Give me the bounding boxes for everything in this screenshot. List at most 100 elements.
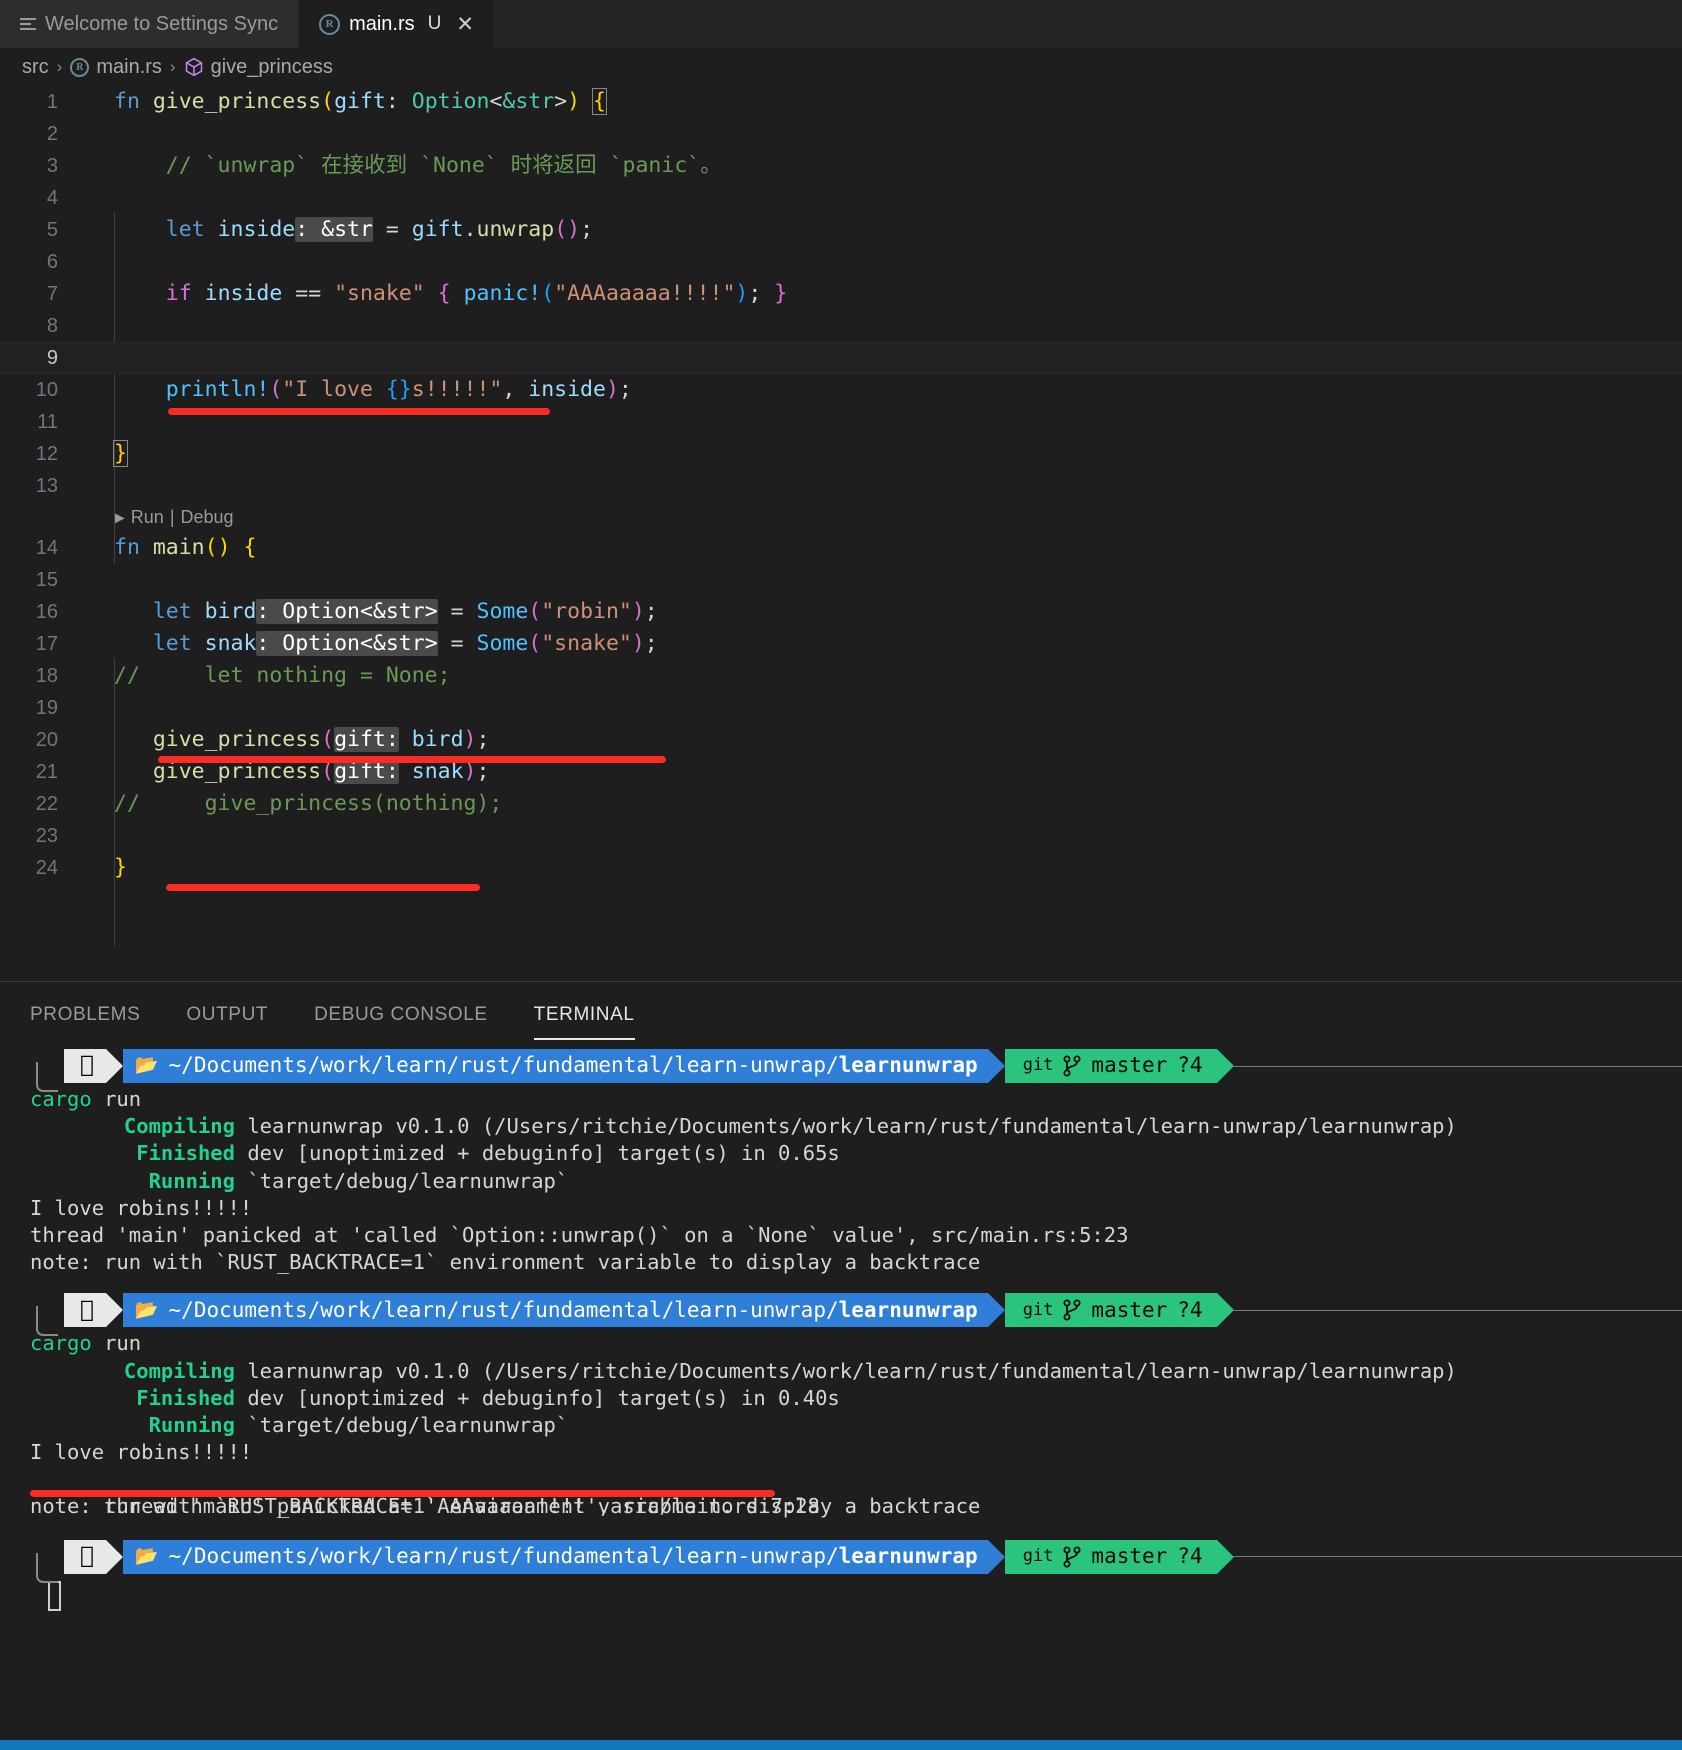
code-line: 8	[0, 310, 1682, 342]
terminal-output[interactable]:  📂 ~/Documents/work/learn/rust/fundamen…	[0, 1040, 1682, 1750]
terminal-prompt-3:  📂 ~/Documents/work/learn/rust/fundamen…	[0, 1537, 1682, 1583]
code-line: 18 // let nothing = None;	[0, 660, 1682, 692]
prompt-path-text: ~/Documents/work/learn/rust/fundamental/…	[154, 1053, 978, 1078]
bottom-panel: PROBLEMS OUTPUT DEBUG CONSOLE TERMINAL …	[0, 981, 1682, 1750]
hamburger-icon	[20, 18, 36, 30]
code-line: 6	[0, 246, 1682, 278]
powerline-arrow-1	[105, 1049, 123, 1083]
folder-icon: 📂	[121, 1054, 159, 1077]
code-line: 20 give_princess(gift: bird);	[0, 724, 1682, 756]
line-number: 13	[35, 475, 58, 497]
terminal-command: cargo run	[30, 1087, 142, 1111]
code-line: 23	[0, 820, 1682, 852]
line-number: 8	[46, 315, 58, 337]
line-content: let bird: Option<&str> = Some("robin");	[152, 599, 658, 624]
prompt-path-text-3: ~/Documents/work/learn/rust/fundamental/…	[154, 1544, 978, 1569]
tab-debug-console[interactable]: DEBUG CONSOLE	[314, 1004, 488, 1040]
apple-logo-icon-2: 	[64, 1293, 106, 1328]
terminal-line: Compiling learnunwrap v0.1.0 (/Users/rit…	[123, 1114, 1457, 1139]
terminal-command-2: cargo run	[30, 1331, 142, 1356]
codelens-debug-link[interactable]: Debug	[181, 501, 234, 533]
prompt-git-segment-2: git master ?4	[1004, 1293, 1217, 1328]
line-content: give_princess(gift: bird);	[152, 727, 490, 752]
git-status: ?4	[1163, 1053, 1202, 1078]
rust-icon: R	[319, 13, 341, 35]
code-line: 3 // `unwrap` 在接收到 `None` 时将返回 `panic`。	[0, 150, 1682, 182]
code-line-current: 9	[0, 342, 1682, 374]
code-line: 13	[0, 470, 1682, 502]
annotation-underline-line17	[158, 756, 666, 763]
line-content: // `unwrap` 在接收到 `None` 时将返回 `panic`。	[114, 153, 722, 178]
line-number: 6	[46, 251, 58, 273]
terminal-prompt:  📂 ~/Documents/work/learn/rust/fundamen…	[0, 1046, 1682, 1092]
line-content: fn give_princess(gift: Option<&str>) {	[114, 88, 607, 115]
annotation-underline-panic	[30, 1490, 775, 1498]
block-bracket-icon	[36, 1062, 58, 1092]
apple-logo-icon: 	[64, 1049, 106, 1083]
code-line: 14 fn main() {	[0, 532, 1682, 564]
tab-terminal[interactable]: TERMINAL	[533, 1004, 635, 1040]
line-content: // let nothing = None;	[114, 663, 451, 688]
prompt-path-text-2: ~/Documents/work/learn/rust/fundamental/…	[154, 1297, 978, 1322]
status-bar	[0, 1740, 1682, 1750]
terminal-prompt-2:  📂 ~/Documents/work/learn/rust/fundamen…	[0, 1290, 1682, 1337]
git-branch-icon	[1063, 1055, 1081, 1077]
powerline-arrow-4	[105, 1293, 123, 1328]
git-status-2: ?4	[1163, 1297, 1202, 1322]
line-number: 21	[35, 761, 58, 783]
annotation-underline-line7	[168, 408, 550, 415]
breadcrumb-item-src[interactable]: src	[22, 56, 49, 79]
prompt-tail-line	[1233, 1065, 1682, 1067]
line-number: 17	[35, 633, 58, 655]
terminal-cursor[interactable]	[48, 1580, 61, 1611]
tab-welcome-to-settings-sync[interactable]: Welcome to Settings Sync	[0, 0, 300, 48]
line-content: let snak: Option<&str> = Some("snake");	[152, 631, 658, 656]
powerline-arrow-2	[987, 1049, 1005, 1083]
terminal-line: note: run with `RUST_BACKTRACE=1` enviro…	[30, 1250, 981, 1275]
line-number: 24	[35, 857, 58, 879]
codelens-run-link[interactable]: Run	[131, 501, 164, 533]
powerline-arrow-8	[987, 1539, 1005, 1574]
line-number: 14	[35, 537, 58, 559]
chevron-right-icon-2: ›	[169, 57, 176, 76]
line-number: 1	[46, 91, 58, 113]
terminal-line: Finished dev [unoptimized + debuginfo] t…	[136, 1385, 840, 1410]
git-label-3: git	[1008, 1546, 1054, 1567]
breadcrumb-item-main-rs[interactable]: R main.rs	[70, 56, 162, 79]
prompt-path: 📂 ~/Documents/work/learn/rust/fundamenta…	[121, 1049, 988, 1083]
folder-icon-2: 📂	[121, 1298, 159, 1321]
play-icon: ▶	[114, 509, 125, 525]
breadcrumb-item-give-princess[interactable]: give_princess	[184, 56, 333, 79]
git-label-2: git	[1008, 1299, 1054, 1320]
code-line: 5 let inside: &str = gift.unwrap();	[0, 214, 1682, 246]
tab-main-rs[interactable]: R main.rs U ✕	[299, 0, 495, 48]
tab-output[interactable]: OUTPUT	[186, 1004, 268, 1040]
code-line: 16 let bird: Option<&str> = Some("robin"…	[0, 596, 1682, 628]
apple-logo-icon-3: 	[64, 1539, 106, 1574]
line-number: 18	[35, 665, 58, 687]
terminal-line: I love robins!!!!!	[30, 1195, 253, 1220]
line-content: fn main() {	[114, 535, 257, 560]
terminal-line: Running `target/debug/learnunwrap`	[148, 1168, 569, 1193]
code-line: 17 let snak: Option<&str> = Some("snake"…	[0, 628, 1682, 660]
line-number: 7	[46, 283, 58, 305]
powerline-arrow-6	[1216, 1293, 1234, 1328]
terminal-line: thread 'main' panicked at 'called `Optio…	[30, 1222, 1129, 1247]
tab-problems[interactable]: PROBLEMS	[30, 1004, 140, 1040]
codelens-separator: |	[169, 507, 175, 527]
line-number: 5	[46, 219, 58, 241]
codelens-run-debug: ▶ Run | Debug	[0, 502, 1682, 532]
close-icon[interactable]: ✕	[456, 12, 474, 37]
code-line: 15	[0, 564, 1682, 596]
line-number: 16	[35, 601, 58, 623]
breadcrumb-label: src	[22, 55, 49, 78]
code-editor[interactable]: 1 fn give_princess(gift: Option<&str>) {…	[0, 86, 1682, 981]
git-branch-icon-3	[1063, 1546, 1081, 1568]
chevron-right-icon: ›	[56, 57, 63, 76]
code-line: 24 }	[0, 852, 1682, 884]
code-line: 2	[0, 118, 1682, 150]
prompt-tail-line-3	[1233, 1556, 1682, 1558]
git-status-3: ?4	[1163, 1544, 1202, 1569]
git-branch-icon-2	[1063, 1299, 1081, 1321]
powerline-arrow-5	[987, 1293, 1005, 1328]
